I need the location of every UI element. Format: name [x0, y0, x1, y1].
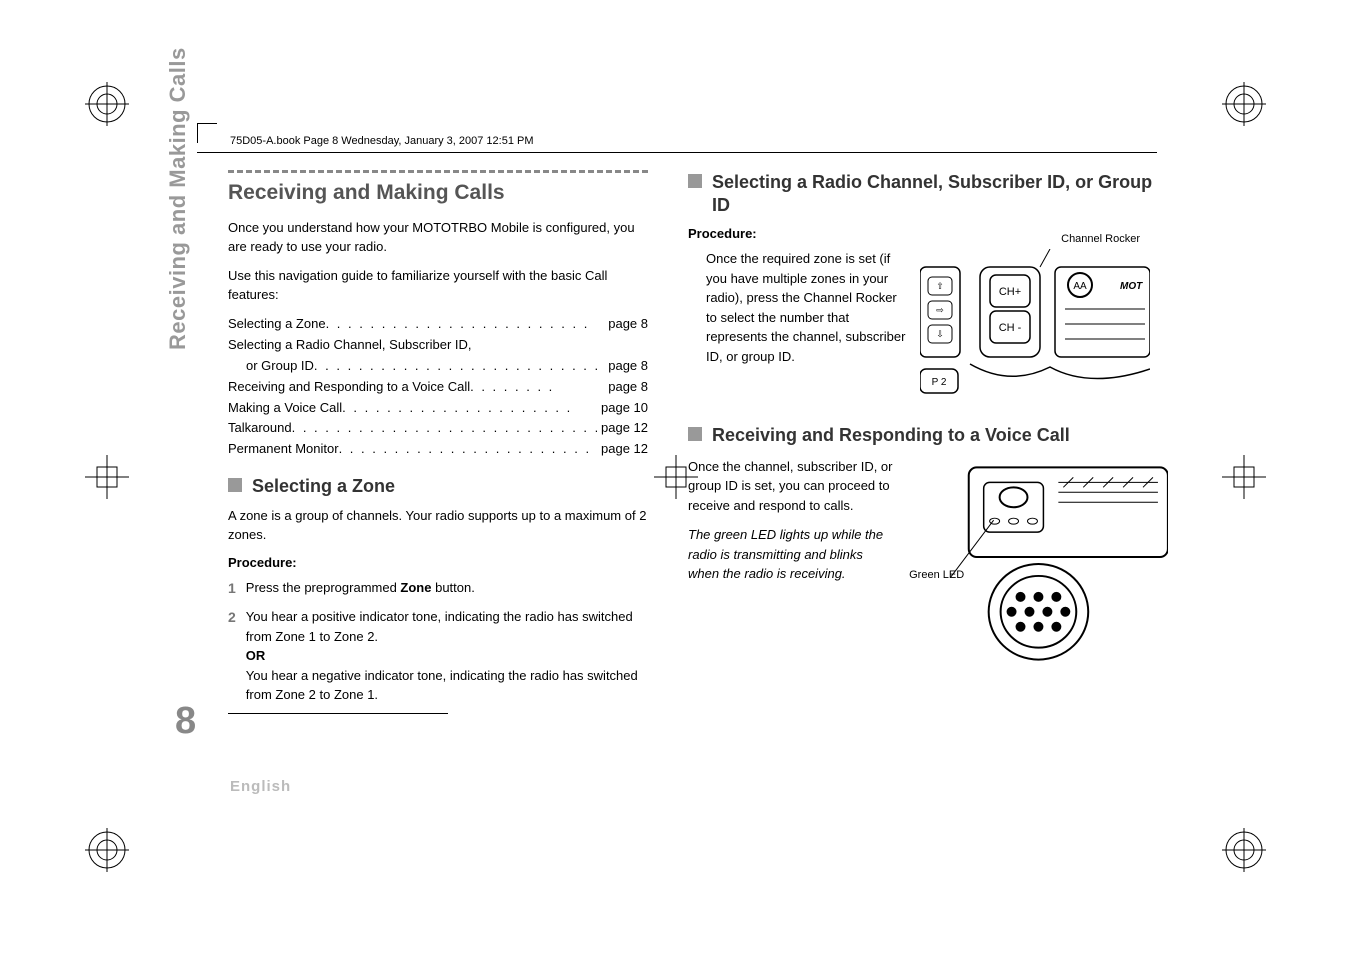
section-box-icon [688, 174, 702, 188]
page-number: 8 [175, 700, 196, 743]
zone-body: A zone is a group of channels. Your radi… [228, 507, 648, 545]
intro-paragraph-1: Once you understand how your MOTOTRBO Mo… [228, 219, 648, 257]
section-box-icon [688, 427, 702, 441]
svg-text:P 2: P 2 [932, 377, 947, 388]
toc-line: Selecting a Zone. . . . . . . . . . . . … [228, 314, 648, 335]
svg-text:⇨: ⇨ [936, 305, 944, 315]
crop-mark-ml [85, 455, 129, 499]
crop-mark-br [1222, 828, 1266, 872]
crop-mark-tl [85, 82, 129, 126]
header-text: 75D05-A.book Page 8 Wednesday, January 3… [230, 135, 534, 147]
svg-text:CH -: CH - [999, 322, 1022, 334]
toc-line: or Group ID. . . . . . . . . . . . . . .… [228, 356, 648, 377]
step-body: Press the preprogrammed Zone button. [246, 578, 648, 599]
channel-step-text: Once the required zone is set (if you ha… [688, 249, 908, 399]
page-title: Receiving and Making Calls [228, 181, 648, 205]
green-led-label: Green LED [909, 569, 964, 582]
svg-text:⇧: ⇧ [936, 281, 944, 291]
section-title-channel: Selecting a Radio Channel, Subscriber ID… [712, 171, 1168, 216]
section-box-icon [228, 478, 242, 492]
radio-illustration-top-view: Channel Rocker ⇧ ⇨ ⇩ [920, 249, 1150, 399]
section-title-voice-call: Receiving and Responding to a Voice Call [712, 424, 1070, 447]
svg-text:CH+: CH+ [999, 286, 1021, 298]
frame-line [197, 123, 198, 143]
language-label: English [230, 778, 291, 795]
toc-line: Receiving and Responding to a Voice Call… [228, 377, 648, 398]
procedure-label: Procedure: [228, 555, 648, 570]
svg-text:MOT: MOT [1120, 281, 1143, 292]
radio-microphone-illustration: Green LED [909, 457, 1168, 667]
toc-line: Permanent Monitor. . . . . . . . . . . .… [228, 439, 648, 460]
svg-text:⇩: ⇩ [936, 329, 944, 339]
crop-mark-tr [1222, 82, 1266, 126]
intro-paragraph-2: Use this navigation guide to familiarize… [228, 267, 648, 305]
step-number: 1 [228, 578, 236, 599]
sidebar-section-label: Receiving and Making Calls [165, 47, 191, 350]
frame-line [197, 152, 1157, 153]
toc-line: Making a Voice Call. . . . . . . . . . .… [228, 398, 648, 419]
step-body: You hear a positive indicator tone, indi… [246, 607, 648, 705]
voice-call-led-note: The green LED lights up while the radio … [688, 525, 897, 584]
step-number: 2 [228, 607, 236, 705]
svg-text:AA: AA [1073, 281, 1087, 292]
channel-rocker-label: Channel Rocker [1061, 233, 1140, 245]
toc-line: Talkaround . . . . . . . . . . . . . . .… [228, 418, 648, 439]
toc-line: Selecting a Radio Channel, Subscriber ID… [228, 335, 648, 356]
divider [228, 713, 448, 714]
crop-mark-bl [85, 828, 129, 872]
frame-line [197, 123, 217, 124]
section-title-zone: Selecting a Zone [252, 475, 395, 498]
divider [228, 170, 648, 173]
crop-mark-mr [1222, 455, 1266, 499]
voice-call-body: Once the channel, subscriber ID, or grou… [688, 457, 897, 516]
